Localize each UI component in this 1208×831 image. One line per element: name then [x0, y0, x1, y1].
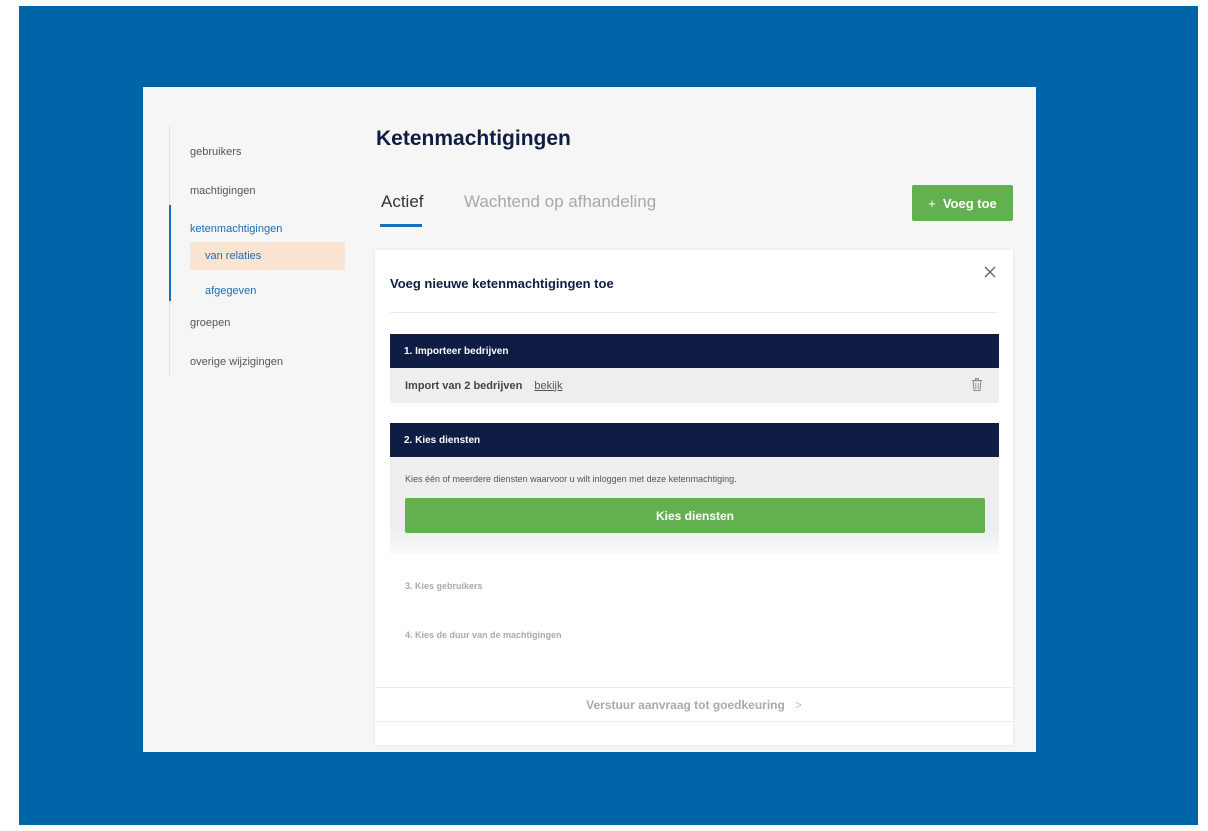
step1-import-row: Import van 2 bedrijven bekijk: [390, 368, 999, 403]
sidebar-subitem-afgegeven[interactable]: afgegeven: [205, 285, 256, 297]
step1-header: 1. Importeer bedrijven: [390, 334, 999, 368]
sidebar-item-overige-wijzigingen[interactable]: overige wijzigingen: [190, 356, 283, 368]
step2-header: 2. Kies diensten: [390, 423, 999, 457]
panel-title: Voeg nieuwe ketenmachtigingen toe: [390, 276, 614, 291]
sidebar: gebruikers machtigingen ketenmachtiginge…: [169, 126, 349, 376]
step3-title: 3. Kies gebruikers: [405, 581, 483, 591]
sidebar-item-gebruikers[interactable]: gebruikers: [190, 146, 241, 158]
import-summary: Import van 2 bedrijven: [405, 379, 523, 392]
chevron-right-icon: >: [794, 697, 802, 712]
sidebar-item-ketenmachtigingen[interactable]: ketenmachtigingen: [190, 223, 282, 235]
step2-title: 2. Kies diensten: [404, 434, 481, 446]
active-tab-underline: [380, 224, 422, 227]
step2-description: Kies één of meerdere diensten waarvoor u…: [405, 474, 737, 484]
submit-label: Verstuur aanvraag tot goedkeuring: [586, 697, 785, 712]
plus-icon: +: [928, 195, 936, 211]
view-import-link[interactable]: bekijk: [534, 380, 562, 392]
sidebar-item-groepen[interactable]: groepen: [190, 317, 230, 329]
submit-for-approval-button[interactable]: Verstuur aanvraag tot goedkeuring >: [375, 687, 1013, 722]
step2-body: Kies één of meerdere diensten waarvoor u…: [390, 457, 999, 554]
sidebar-item-machtigingen[interactable]: machtigingen: [190, 185, 255, 197]
close-icon[interactable]: [982, 264, 998, 280]
sidebar-subitem-van-relaties[interactable]: van relaties: [205, 250, 261, 262]
add-button-label: Voeg toe: [942, 195, 997, 211]
step1-title: 1. Importeer bedrijven: [404, 345, 509, 357]
tab-actief[interactable]: Actief: [381, 192, 424, 212]
tab-wachtend-op-afhandeling[interactable]: Wachtend op afhandeling: [464, 192, 656, 212]
active-nav-indicator: [169, 205, 171, 301]
app-screen: gebruikers machtigingen ketenmachtiginge…: [143, 87, 1036, 752]
add-button[interactable]: + Voeg toe: [912, 185, 1013, 221]
page-title: Ketenmachtigingen: [376, 127, 571, 150]
add-chain-authorization-panel: Voeg nieuwe ketenmachtigingen toe 1. Imp…: [375, 250, 1013, 745]
choose-services-button[interactable]: Kies diensten: [405, 498, 985, 533]
trash-icon[interactable]: [972, 378, 982, 391]
step4-title: 4. Kies de duur van de machtigingen: [405, 630, 562, 640]
panel-divider: [390, 312, 998, 313]
